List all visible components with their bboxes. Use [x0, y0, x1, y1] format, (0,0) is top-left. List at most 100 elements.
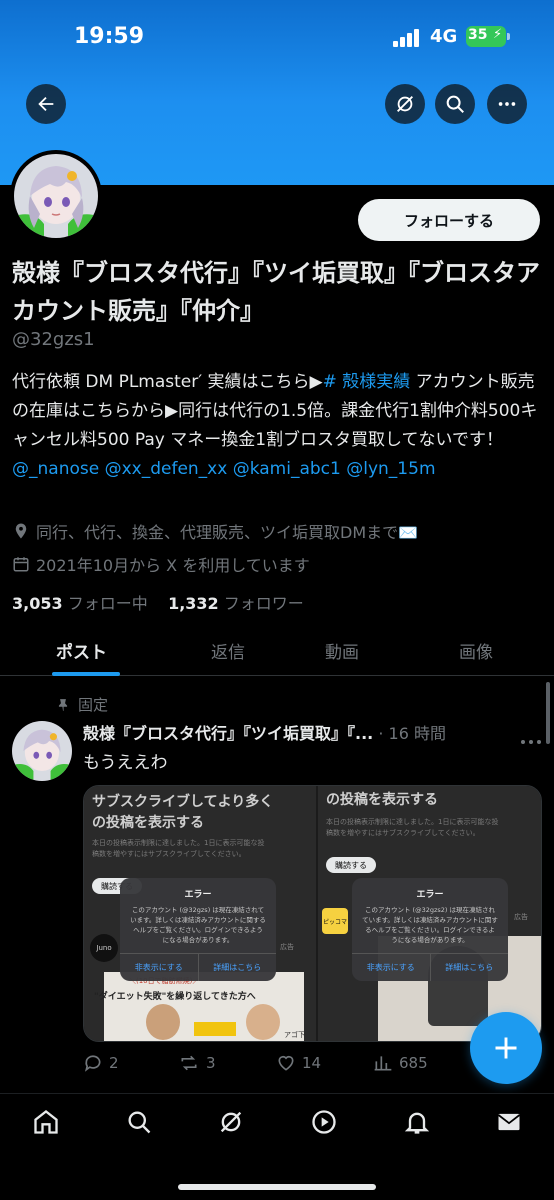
mention-link[interactable]: @lyn_15m — [346, 459, 435, 479]
home-indicator — [178, 1184, 376, 1190]
battery-level: 35 — [468, 27, 488, 43]
bio-hashtag-link[interactable]: # 殻様実績 — [323, 372, 411, 392]
limit-text: 本日の投稿表示制限に達しました。1日に表示可能な投 — [92, 839, 265, 847]
play-icon — [312, 1110, 336, 1134]
follow-stats: 3,053 フォロー中 1,332 フォロワー — [12, 590, 304, 614]
calendar-icon — [13, 557, 29, 572]
views-button[interactable]: 685 — [373, 1053, 428, 1073]
repost-button[interactable]: 3 — [178, 1053, 216, 1073]
limit-text: 稿数を増やすにはサブスクライブしてください。 — [92, 850, 246, 858]
active-tab-indicator — [52, 672, 120, 676]
back-button[interactable] — [26, 84, 66, 124]
mention-link[interactable]: @kami_abc1 — [233, 459, 341, 479]
nav-grok[interactable] — [217, 1108, 245, 1140]
followers-label: フォロワー — [223, 594, 304, 613]
error-dialog-left: エラー このアカウント (@32gzs) は現在凍結されています。詳しくは凍結済… — [120, 878, 276, 981]
dialog-hide-button: 非表示にする — [134, 963, 183, 972]
reply-button[interactable]: 2 — [83, 1053, 119, 1073]
dialog-details-button: 詳細はこちら — [197, 954, 277, 981]
post-time[interactable]: · 16 時間 — [378, 724, 446, 743]
joined-text: 2021年10月から X を利用しています — [36, 556, 310, 575]
dialog-hide-button: 非表示にする — [366, 963, 415, 972]
post-more-button[interactable] — [520, 730, 542, 749]
post-actions: 2 3 14 685 — [83, 1053, 503, 1077]
post-media[interactable]: サブスクライブしてより多く の投稿を表示する 本日の投稿表示制限に達しました。1… — [83, 785, 542, 1042]
post-avatar[interactable] — [12, 721, 72, 781]
tab-posts[interactable]: ポスト — [56, 638, 107, 663]
grok-icon — [397, 96, 413, 112]
bio-text: 代行依頼 DM PLmaster′ 実績はこちら▶ — [12, 372, 323, 392]
profile-handle: @32gzs1 — [12, 329, 95, 350]
mention-link[interactable]: @_nanose — [12, 459, 99, 479]
error-dialog-right: エラー このアカウント (@32gzs2) は現在凍結されています。詳しくは凍結… — [352, 878, 508, 981]
following-link[interactable]: 3,053 フォロー中 — [12, 594, 148, 613]
grok-button[interactable] — [385, 84, 425, 124]
limit-text: 稿数を増やすにはサブスクライブしてください。 — [326, 829, 480, 837]
followers-link[interactable]: 1,332 フォロワー — [168, 594, 304, 613]
ad-label: 広告 — [280, 943, 294, 951]
comic-logo: ピッコマ — [322, 908, 348, 934]
more-icon — [521, 740, 541, 744]
profile-avatar[interactable] — [10, 150, 102, 242]
search-button[interactable] — [435, 84, 475, 124]
subscribe-heading: の投稿を表示する — [326, 792, 438, 808]
tab-videos[interactable]: 動画 — [325, 638, 359, 663]
subscribe-heading: の投稿を表示する — [92, 815, 204, 831]
ad-tag: アゴ下 — [284, 1031, 305, 1039]
post-header: 殻様『ブロスタ代行』『ツイ垢買取』『... · 16 時間 — [83, 720, 503, 744]
compose-button[interactable] — [470, 1012, 542, 1084]
heart-icon — [278, 1055, 294, 1071]
more-button[interactable] — [487, 84, 527, 124]
home-icon — [34, 1110, 58, 1134]
repost-count: 3 — [206, 1054, 216, 1072]
profile-tabs: ポスト 返信 動画 画像 — [0, 626, 554, 676]
scrollbar[interactable] — [546, 682, 550, 744]
pinned-label: 固定 — [78, 696, 109, 714]
reply-count: 2 — [109, 1054, 119, 1072]
profile-joined: 2021年10月から X を利用しています — [12, 552, 310, 576]
tab-replies[interactable]: 返信 — [211, 638, 245, 663]
dialog-body: このアカウント (@32gzs2) は現在凍結されています。詳しくは凍結済みアカ… — [362, 906, 498, 944]
ad-label: 広告 — [514, 913, 528, 921]
signal-icon — [393, 29, 421, 47]
nav-messages[interactable] — [495, 1108, 523, 1140]
nav-video[interactable] — [310, 1108, 338, 1140]
profile-bio: 代行依頼 DM PLmaster′ 実績はこちら▶# 殻様実績 アカウント販売の… — [12, 368, 547, 484]
views-count: 685 — [399, 1054, 428, 1072]
followers-count: 1,332 — [168, 594, 219, 613]
ad-text: "ダイエット失敗"を繰り返してきた方へ — [94, 992, 256, 1002]
more-icon — [498, 102, 516, 106]
post-author[interactable]: 殻様『ブロスタ代行』『ツイ垢買取』『... — [83, 724, 373, 743]
ad-logo: Juno — [90, 934, 118, 962]
grok-icon — [220, 1111, 242, 1133]
nav-home[interactable] — [32, 1108, 60, 1140]
limit-text: 本日の投稿表示制限に達しました。1日に表示可能な投 — [326, 818, 499, 826]
dialog-details-button: 詳細はこちら — [429, 954, 509, 981]
profile-location: 同行、代行、換金、代理販売、ツイ垢買取DMまで✉️ — [12, 519, 418, 543]
dialog-title: エラー — [184, 890, 212, 900]
search-icon — [446, 95, 464, 113]
nav-notifications[interactable] — [403, 1108, 431, 1140]
mention-link[interactable]: @xx_defen_xx — [105, 459, 228, 479]
subscribe-heading: サブスクライブしてより多く — [92, 794, 274, 810]
nav-search[interactable] — [125, 1108, 153, 1140]
tab-images[interactable]: 画像 — [459, 638, 493, 663]
like-button[interactable]: 14 — [276, 1053, 321, 1073]
follow-button[interactable]: フォローする — [358, 199, 540, 241]
reply-icon — [84, 1055, 101, 1072]
like-count: 14 — [302, 1054, 322, 1072]
bell-icon — [404, 1112, 430, 1134]
status-bar: 19:59 4G 35 ⚡ — [0, 0, 554, 72]
network-type: 4G — [430, 26, 458, 47]
plus-icon — [495, 1037, 517, 1059]
location-icon — [15, 523, 27, 539]
pinned-indicator: 固定 — [56, 694, 108, 715]
battery-icon: 35 ⚡ — [466, 26, 510, 47]
repost-icon — [181, 1055, 197, 1071]
dialog-title: エラー — [416, 890, 444, 900]
dialog-body: このアカウント (@32gzs) は現在凍結されています。詳しくは凍結済みアカウ… — [130, 906, 266, 944]
search-icon — [128, 1111, 151, 1134]
pin-icon — [58, 698, 68, 711]
post-text: もうええわ — [83, 753, 168, 773]
mail-icon — [497, 1113, 521, 1131]
